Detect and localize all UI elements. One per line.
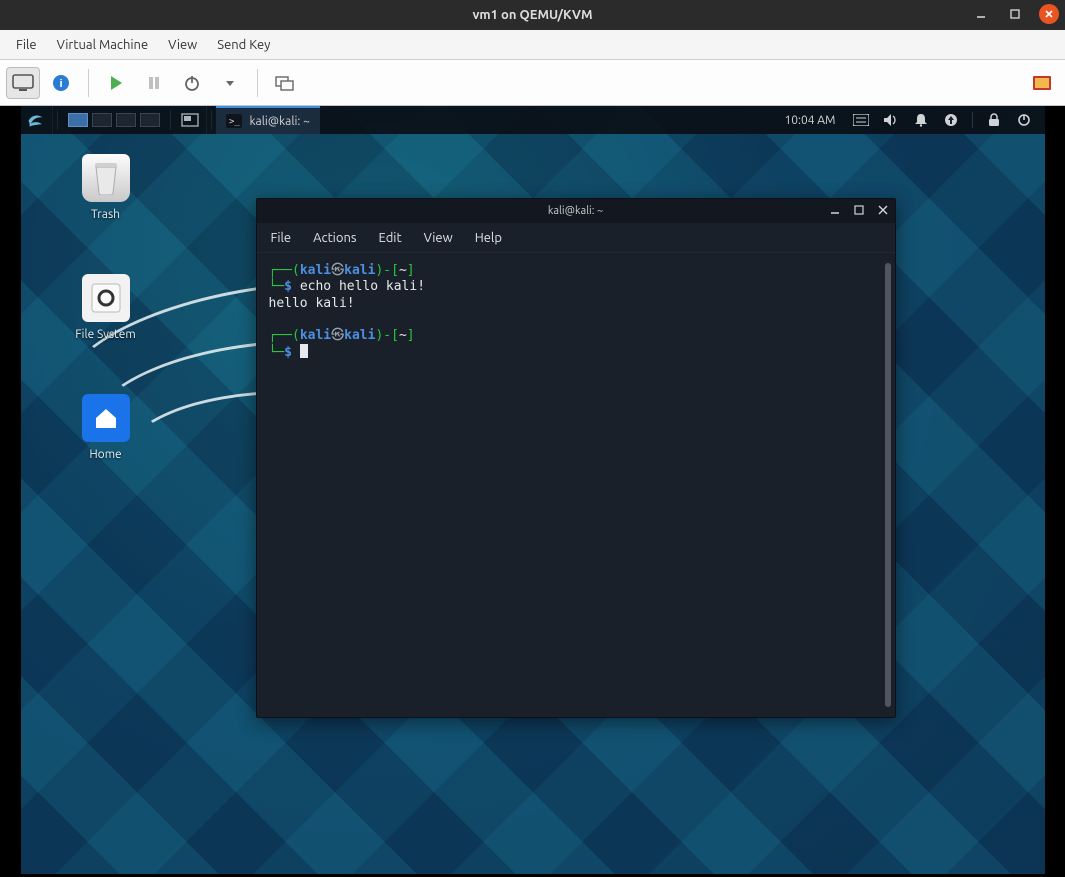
host-power-menu-dropdown[interactable] (213, 67, 247, 99)
host-menu-file[interactable]: File (6, 34, 47, 56)
taskbar-item-label: kali@kali: ~ (250, 115, 310, 128)
host-close-button[interactable] (1039, 4, 1059, 24)
filesystem-icon (82, 274, 130, 322)
svg-text:i: i (59, 78, 62, 90)
desktop-icon-label: Trash (61, 208, 151, 221)
terminal-maximize-button[interactable] (851, 202, 867, 218)
workspace-switcher[interactable] (62, 113, 166, 127)
host-menu-send-key[interactable]: Send Key (207, 34, 280, 56)
keyboard-indicator-icon[interactable] (852, 111, 870, 129)
kali-desktop[interactable]: >_ kali@kali: ~ 10:04 AM (21, 106, 1045, 874)
host-maximize-button[interactable] (1005, 4, 1025, 24)
workspace-1[interactable] (68, 113, 88, 127)
host-power-button[interactable] (175, 67, 209, 99)
workspace-3[interactable] (116, 113, 136, 127)
terminal-command: echo hello kali! (300, 279, 425, 294)
volume-icon[interactable] (882, 111, 900, 129)
desktop-icon-label: File System (61, 328, 151, 341)
host-window-titlebar[interactable]: vm1 on QEMU/KVM (0, 0, 1065, 30)
host-menu-virtual-machine[interactable]: Virtual Machine (47, 34, 159, 56)
trash-icon (82, 154, 130, 202)
panel-show-desktop-button[interactable] (175, 106, 207, 134)
terminal-icon: >_ (226, 114, 242, 128)
notifications-icon[interactable] (912, 111, 930, 129)
terminal-title: kali@kali: ~ (548, 205, 603, 217)
terminal-menu-edit[interactable]: Edit (379, 231, 402, 245)
home-icon (82, 394, 130, 442)
terminal-cursor (300, 344, 308, 358)
desktop-icon-label: Home (61, 448, 151, 461)
lock-icon[interactable] (985, 111, 1003, 129)
terminal-menu-view[interactable]: View (424, 231, 453, 245)
guest-display-frame: >_ kali@kali: ~ 10:04 AM (0, 106, 1065, 877)
updates-icon[interactable] (942, 111, 960, 129)
host-toolbar: i (0, 60, 1065, 106)
host-minimize-button[interactable] (971, 4, 991, 24)
terminal-output: hello kali! (269, 296, 355, 311)
terminal-menu-actions[interactable]: Actions (313, 231, 356, 245)
terminal-titlebar[interactable]: kali@kali: ~ (257, 199, 895, 223)
terminal-menu-help[interactable]: Help (475, 231, 502, 245)
host-fullscreen-button[interactable] (1025, 67, 1059, 99)
host-run-button[interactable] (99, 67, 133, 99)
workspace-2[interactable] (92, 113, 112, 127)
desktop-icon-trash[interactable]: Trash (61, 154, 151, 221)
kali-top-panel: >_ kali@kali: ~ 10:04 AM (21, 106, 1045, 134)
terminal-body[interactable]: ┌──(kali㉿kali)-[~] └─$ echo hello kali! … (257, 253, 895, 717)
kali-applications-menu-button[interactable] (21, 106, 53, 134)
svg-text:>_: >_ (229, 117, 240, 127)
host-pause-button[interactable] (137, 67, 171, 99)
host-menu-view[interactable]: View (158, 34, 207, 56)
terminal-menu-file[interactable]: File (271, 231, 292, 245)
taskbar-item-terminal[interactable]: >_ kali@kali: ~ (216, 106, 320, 134)
host-menubar: File Virtual Machine View Send Key (0, 30, 1065, 60)
terminal-menubar: File Actions Edit View Help (257, 223, 895, 253)
workspace-4[interactable] (140, 113, 160, 127)
terminal-close-button[interactable] (875, 202, 891, 218)
panel-clock[interactable]: 10:04 AM (780, 114, 839, 127)
toolbar-separator (88, 69, 89, 97)
terminal-scrollbar[interactable] (885, 263, 891, 707)
host-snapshots-button[interactable] (268, 67, 302, 99)
terminal-window[interactable]: kali@kali: ~ File Actions Edit View Help… (256, 198, 896, 718)
terminal-minimize-button[interactable] (827, 202, 843, 218)
host-details-button[interactable]: i (44, 67, 78, 99)
desktop-icon-home[interactable]: Home (61, 394, 151, 461)
power-icon[interactable] (1015, 111, 1033, 129)
host-show-console-button[interactable] (6, 67, 40, 99)
desktop-icon-filesystem[interactable]: File System (61, 274, 151, 341)
host-window-title: vm1 on QEMU/KVM (472, 8, 592, 22)
toolbar-separator (257, 69, 258, 97)
